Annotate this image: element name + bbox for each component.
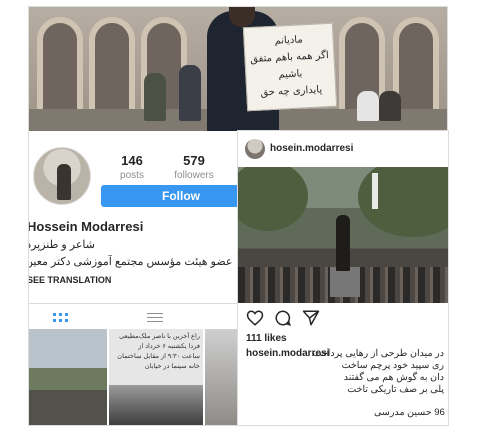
share-icon[interactable] (302, 309, 320, 327)
posts-stat[interactable]: 146 posts (97, 153, 167, 181)
followers-count: 579 (183, 153, 205, 168)
caption-signature: 96 حسین مدرسی (374, 407, 445, 418)
thumbnail-text-line: خانه سینما در خیابان (144, 363, 200, 370)
thumbnail-sea (109, 385, 203, 425)
posts-count: 146 (121, 153, 143, 168)
heart-icon[interactable] (246, 309, 264, 327)
followers-stat[interactable]: 579 followers (159, 153, 229, 181)
post-author-avatar[interactable] (245, 139, 265, 159)
grid-icon[interactable] (53, 313, 69, 323)
flag (372, 173, 378, 209)
bio-line: شاعر و طنزپرداز (29, 239, 95, 251)
thumbnail-text-line: ساعت ۹:۳۰ از مقابل ساختمان (117, 353, 200, 360)
comment-icon[interactable] (274, 309, 292, 327)
bystander (379, 91, 401, 121)
bystander (179, 65, 201, 121)
post-thumbnail[interactable] (205, 329, 239, 425)
caption-line: ری سپید خود پرچم ساخت (341, 360, 444, 371)
cover-photo: مادیانم اگر همه باهم متفق باشیم پایداری … (29, 7, 447, 131)
followers-label: followers (174, 170, 214, 181)
bystander (357, 91, 379, 121)
post-username[interactable]: hosein.modarresi (270, 143, 353, 154)
placard-line: پایداری چه حق (260, 84, 323, 99)
list-icon[interactable] (147, 312, 163, 324)
avatar-figure (57, 164, 71, 200)
post-photo (238, 167, 448, 303)
caption-line: دان به گوش هم می گفتند (343, 372, 444, 383)
profile-tabs (29, 303, 239, 329)
arch (89, 17, 135, 117)
profile-avatar[interactable] (33, 147, 91, 205)
standing-man (336, 215, 350, 271)
instagram-post: hosein.modarresi 111 likes hosein.modarr… (237, 130, 449, 426)
see-translation-link[interactable]: SEE TRANSLATION (29, 275, 111, 285)
profile-name: Hossein Modarresi (28, 219, 144, 234)
posts-label: posts (120, 170, 144, 181)
pedestal (330, 267, 360, 297)
tree (238, 167, 308, 231)
thumbnail-text-line: فردا یکشنبه ۶ خرداد از (138, 343, 200, 350)
thumbnail-caption: راع آخرین با ناصر ملک‌مطیعی فردا یکشنبه … (112, 332, 200, 372)
handwritten-placard: مادیانم اگر همه باهم متفق باشیم پایداری … (242, 22, 338, 112)
caption-line: در میدان طرحی از رهایی پرداخت (312, 348, 444, 359)
screenshot-collage: مادیانم اگر همه باهم متفق باشیم پایداری … (0, 0, 480, 432)
post-thumbnail[interactable] (29, 329, 107, 425)
bystander (144, 73, 166, 121)
caption-line: پلی بر صف تاریکی تاخت (347, 384, 444, 395)
bio-line: عضو هیئت مؤسس مجتمع آموزشی دکتر معین (28, 256, 233, 268)
post-thumbnail[interactable]: راع آخرین با ناصر ملک‌مطیعی فردا یکشنبه … (109, 329, 203, 425)
likes-count[interactable]: 111 likes (246, 333, 287, 344)
arch (37, 17, 83, 117)
thumbnail-text-line: راع آخرین با ناصر ملک‌مطیعی (119, 333, 200, 340)
